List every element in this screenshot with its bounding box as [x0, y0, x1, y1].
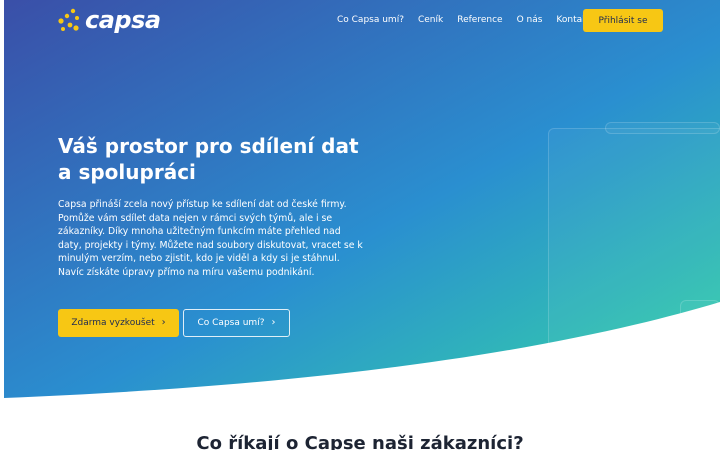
nav-link-references[interactable]: Reference	[457, 13, 502, 27]
hero-headline: Váš prostor pro sdílení dat a spolupráci	[58, 134, 359, 184]
login-button[interactable]: Přihlásit se	[583, 9, 663, 32]
top-navigation: capsa Co Capsa umí? Ceník Reference O ná…	[0, 0, 720, 40]
testimonials-title: Co říkají o Capse naši zákazníci?	[196, 433, 524, 450]
chevron-right-icon: ›	[161, 317, 166, 328]
features-button[interactable]: Co Capsa umí? ›	[183, 309, 290, 337]
nav-links: Co Capsa umí? Ceník Reference O nás Kont…	[337, 13, 605, 27]
nav-link-pricing[interactable]: Ceník	[418, 13, 443, 27]
device-mockup-bar	[605, 122, 720, 134]
hero-description: Capsa přináší zcela nový přístup ke sdíl…	[58, 199, 363, 278]
brand-logo[interactable]: capsa	[58, 6, 161, 34]
device-mockup-side	[680, 300, 720, 394]
dots-logo-icon	[58, 8, 79, 31]
features-label: Co Capsa umí?	[197, 318, 265, 328]
free-trial-button[interactable]: Zdarma vyzkoušet ›	[58, 309, 179, 337]
nav-link-about[interactable]: O nás	[517, 13, 543, 27]
nav-link-features[interactable]: Co Capsa umí?	[337, 13, 404, 27]
landing-page: capsa Co Capsa umí? Ceník Reference O ná…	[0, 0, 720, 450]
chevron-right-icon: ›	[271, 317, 276, 328]
hero-section: capsa Co Capsa umí? Ceník Reference O ná…	[0, 0, 720, 400]
free-trial-label: Zdarma vyzkoušet	[71, 318, 155, 328]
brand-name: capsa	[85, 6, 161, 34]
